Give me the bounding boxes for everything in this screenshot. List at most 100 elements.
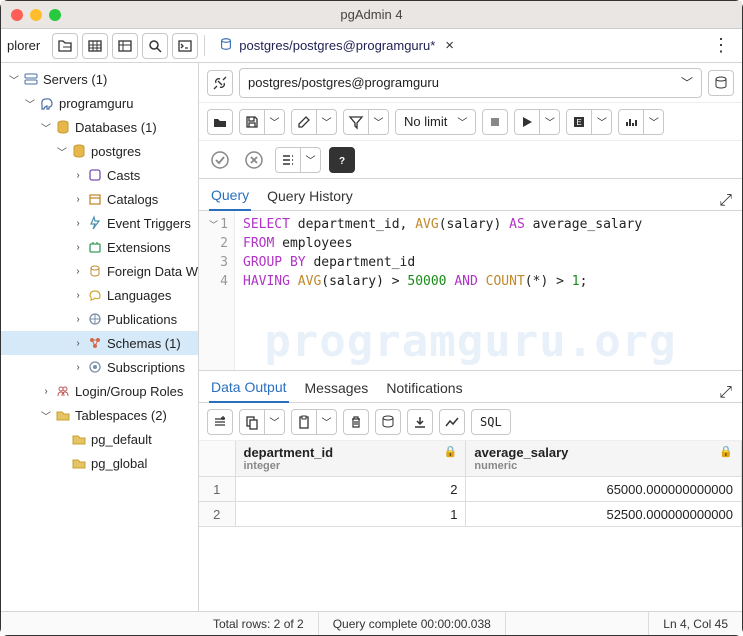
add-row-button[interactable] (207, 409, 233, 435)
execute-menu-button[interactable]: ﹀ (540, 109, 560, 135)
tree-subscriptions[interactable]: ›Subscriptions (1, 355, 198, 379)
servers-icon (23, 71, 39, 87)
tree-servers[interactable]: ﹀Servers (1) (1, 67, 198, 91)
tree-label: postgres (91, 144, 141, 159)
search-button[interactable] (142, 33, 168, 59)
tab-data-output[interactable]: Data Output (209, 373, 289, 403)
stop-button[interactable] (482, 109, 508, 135)
window-title: pgAdmin 4 (340, 7, 402, 22)
output-toolbar: ﹀ ﹀ SQL (199, 403, 742, 441)
editor-gutter: ﹀1 2 3 4 (199, 211, 235, 370)
edit-button[interactable] (291, 109, 317, 135)
row-number: 1 (199, 477, 235, 502)
tab-messages[interactable]: Messages (303, 374, 371, 402)
tree-label: pg_global (91, 456, 147, 471)
graph-button[interactable] (439, 409, 465, 435)
filter-button[interactable] (343, 109, 369, 135)
explain-menu-button[interactable]: ﹀ (592, 109, 612, 135)
schemas-icon (87, 335, 103, 351)
tab-query-history[interactable]: Query History (265, 182, 355, 210)
tree-label: programguru (59, 96, 133, 111)
editor-toolbar-2: ﹀ ? (199, 141, 742, 179)
cell[interactable]: 65000.000000000000 (466, 477, 742, 502)
tree-label: Casts (107, 168, 140, 183)
psql-button[interactable] (172, 33, 198, 59)
explain-analyze-menu-button[interactable]: ﹀ (644, 109, 664, 135)
column-header-average-salary[interactable]: average_salary🔒numeric (466, 441, 742, 477)
tree-event-triggers[interactable]: ›Event Triggers (1, 211, 198, 235)
tree-label: Extensions (107, 240, 171, 255)
connection-label: postgres/postgres@programguru (248, 75, 439, 90)
copy-button[interactable] (239, 409, 265, 435)
lock-icon: 🔒 (719, 445, 733, 458)
table-row[interactable]: 1 2 65000.000000000000 (199, 477, 742, 502)
save-button[interactable] (239, 109, 265, 135)
cell[interactable]: 1 (235, 502, 466, 527)
connection-status-button[interactable] (207, 70, 233, 96)
delete-row-button[interactable] (343, 409, 369, 435)
tree-casts[interactable]: ›Casts (1, 163, 198, 187)
tree-server-programguru[interactable]: ﹀programguru (1, 91, 198, 115)
tree-publications[interactable]: ›Publications (1, 307, 198, 331)
new-connection-button[interactable] (708, 70, 734, 96)
help-button[interactable]: ? (329, 147, 355, 173)
editor-content[interactable]: SELECT department_id, AVG(salary) AS ave… (235, 211, 650, 370)
cell[interactable]: 2 (235, 477, 466, 502)
copy-menu-button[interactable]: ﹀ (265, 409, 285, 435)
rollback-button[interactable] (241, 147, 267, 173)
tree-label: Servers (1) (43, 72, 107, 87)
paste-button[interactable] (291, 409, 317, 435)
save-data-button[interactable] (375, 409, 401, 435)
tree-languages[interactable]: ›Languages (1, 283, 198, 307)
tab-notifications[interactable]: Notifications (384, 374, 464, 402)
sql-view-button[interactable]: SQL (471, 409, 511, 435)
explain-analyze-button[interactable] (618, 109, 644, 135)
maximize-window-button[interactable] (49, 9, 61, 21)
tree-label: Login/Group Roles (75, 384, 183, 399)
database-icon (219, 37, 233, 54)
tree-login-roles[interactable]: ›Login/Group Roles (1, 379, 198, 403)
explain-button[interactable]: E (566, 109, 592, 135)
tree-foreign-data[interactable]: ›Foreign Data W (1, 259, 198, 283)
query-tool-button[interactable] (52, 33, 78, 59)
execute-button[interactable] (514, 109, 540, 135)
tab-query[interactable]: Query (209, 181, 251, 211)
filter-rows-button[interactable] (112, 33, 138, 59)
column-header-department-id[interactable]: department_id🔒integer (235, 441, 466, 477)
commit-button[interactable] (207, 147, 233, 173)
close-tab-icon[interactable]: × (445, 37, 454, 54)
save-menu-button[interactable]: ﹀ (265, 109, 285, 135)
foreign-data-icon (87, 263, 103, 279)
tree-label: Languages (107, 288, 171, 303)
result-grid: department_id🔒integer average_salary🔒num… (199, 441, 742, 527)
expand-output-button[interactable]: ⤢ (719, 384, 732, 402)
tree-schemas[interactable]: ›Schemas (1) (1, 331, 198, 355)
tab-menu-button[interactable]: ⋮ (712, 35, 730, 56)
cell[interactable]: 52500.000000000000 (466, 502, 742, 527)
tree-ts-pg-default[interactable]: pg_default (1, 427, 198, 451)
connection-selector[interactable]: postgres/postgres@programguru ﹀ (239, 68, 702, 98)
close-window-button[interactable] (11, 9, 23, 21)
table-row[interactable]: 2 1 52500.000000000000 (199, 502, 742, 527)
filter-menu-button[interactable]: ﹀ (369, 109, 389, 135)
sql-editor[interactable]: programguru.org ﹀1 2 3 4 SELECT departme… (199, 211, 742, 371)
tree-tablespaces[interactable]: ﹀Tablespaces (2) (1, 403, 198, 427)
open-file-button[interactable] (207, 109, 233, 135)
macros-button[interactable] (275, 147, 301, 173)
tree-ts-pg-global[interactable]: pg_global (1, 451, 198, 475)
panel-label: plorer (7, 38, 40, 53)
download-button[interactable] (407, 409, 433, 435)
minimize-window-button[interactable] (30, 9, 42, 21)
editor-tab-active[interactable]: postgres/postgres@programguru* × (213, 35, 460, 56)
macros-menu-button[interactable]: ﹀ (301, 147, 321, 173)
edit-menu-button[interactable]: ﹀ (317, 109, 337, 135)
row-limit-selector[interactable]: No limit ﹀ (395, 109, 476, 135)
tree-extensions[interactable]: ›Extensions (1, 235, 198, 259)
view-data-button[interactable] (82, 33, 108, 59)
tree-db-postgres[interactable]: ﹀postgres (1, 139, 198, 163)
expand-editor-button[interactable]: ⤢ (719, 192, 732, 210)
tree-databases[interactable]: ﹀Databases (1) (1, 115, 198, 139)
tree-catalogs[interactable]: ›Catalogs (1, 187, 198, 211)
paste-menu-button[interactable]: ﹀ (317, 409, 337, 435)
rownum-header (199, 441, 235, 477)
